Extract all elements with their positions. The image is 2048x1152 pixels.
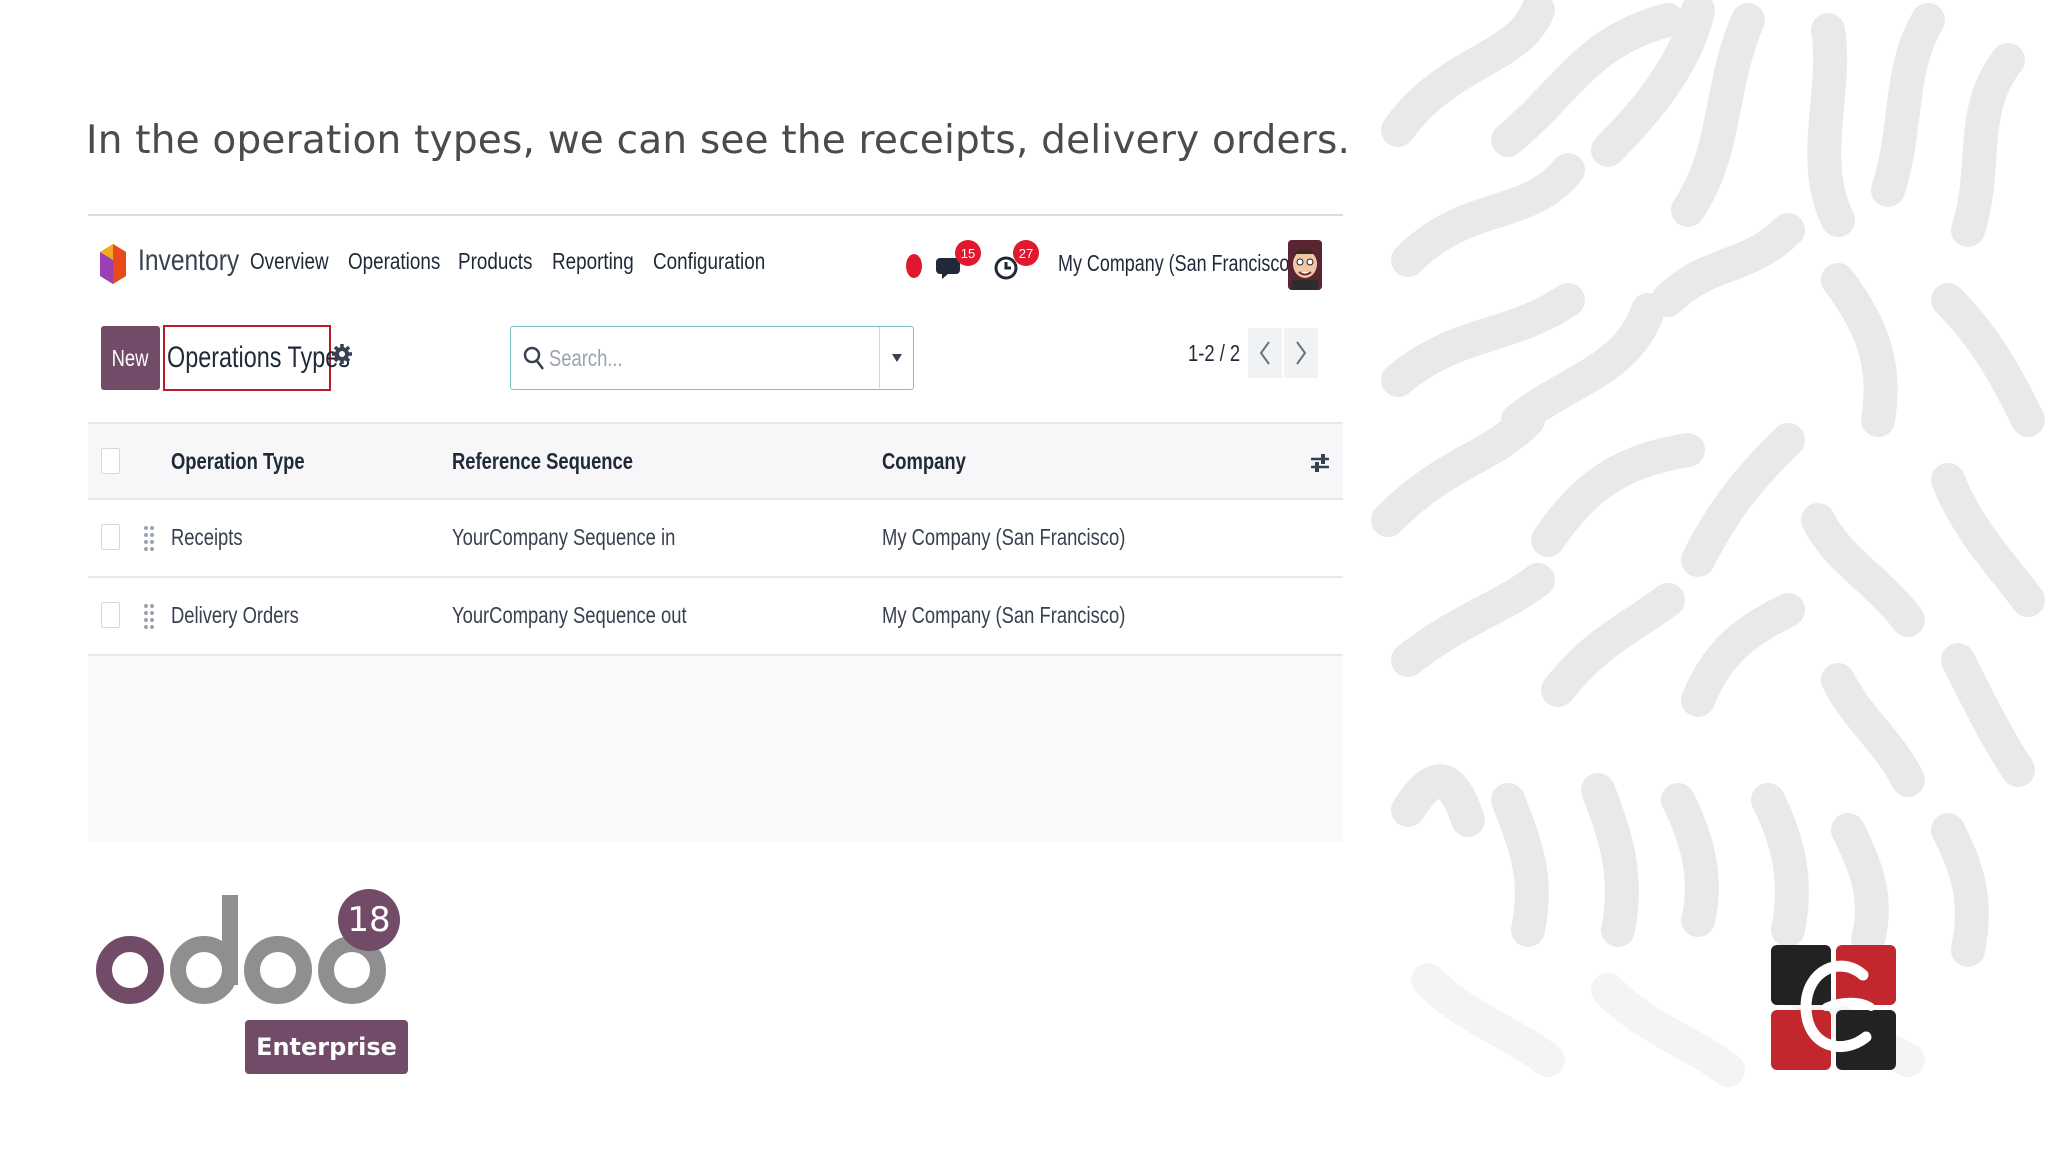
gear-icon[interactable] xyxy=(332,344,352,364)
cell-operation-type: Delivery Orders xyxy=(171,602,299,628)
list-view-table: Operation Type Reference Sequence Compan… xyxy=(88,422,1343,842)
menu-products[interactable]: Products xyxy=(458,248,532,275)
table-row[interactable]: Receipts YourCompany Sequence in My Comp… xyxy=(88,500,1343,578)
breadcrumb-title: Operations Types xyxy=(163,325,350,391)
cell-reference-sequence: YourCompany Sequence in xyxy=(452,524,676,550)
row-checkbox[interactable] xyxy=(101,524,120,550)
menu-operations[interactable]: Operations xyxy=(348,248,440,275)
pager-next-button[interactable] xyxy=(1284,328,1318,378)
cell-company: My Company (San Francisco) xyxy=(882,602,1126,628)
caret-down-icon xyxy=(891,353,902,362)
column-header-company[interactable]: Company xyxy=(882,448,966,475)
row-checkbox[interactable] xyxy=(101,602,120,628)
version-badge: 18 xyxy=(338,889,400,951)
chevron-right-icon xyxy=(1296,341,1307,365)
optional-columns-icon[interactable] xyxy=(1308,448,1332,478)
menu-configuration[interactable]: Configuration xyxy=(653,248,765,275)
menu-reporting[interactable]: Reporting xyxy=(552,248,634,275)
cell-reference-sequence: YourCompany Sequence out xyxy=(452,602,687,628)
decorative-pattern xyxy=(1368,0,2048,1152)
page-title: Operations Types xyxy=(167,341,350,374)
search-bar[interactable] xyxy=(510,326,914,390)
messages-badge: 15 xyxy=(955,240,981,266)
select-all-checkbox[interactable] xyxy=(101,448,120,474)
cell-company: My Company (San Francisco) xyxy=(882,524,1126,550)
user-avatar[interactable] xyxy=(1288,240,1322,290)
drag-handle-icon[interactable] xyxy=(143,602,155,630)
menu-overview[interactable]: Overview xyxy=(250,248,329,275)
search-input[interactable] xyxy=(549,343,797,373)
top-navbar: Inventory Overview Operations Products R… xyxy=(88,216,1343,296)
table-row[interactable]: Delivery Orders YourCompany Sequence out… xyxy=(88,578,1343,656)
odoo-app-window: Inventory Overview Operations Products R… xyxy=(88,214,1343,842)
new-button-label: New xyxy=(112,344,149,371)
status-dot-icon[interactable] xyxy=(906,254,922,278)
search-icon xyxy=(523,346,544,370)
inventory-app-icon[interactable] xyxy=(100,244,126,284)
pager-previous-button[interactable] xyxy=(1248,328,1282,378)
search-options-toggle[interactable] xyxy=(879,327,913,388)
activities-badge: 27 xyxy=(1013,240,1039,266)
slide-caption: In the operation types, we can see the r… xyxy=(86,118,1351,163)
app-name[interactable]: Inventory xyxy=(138,244,239,278)
column-header-operation-type[interactable]: Operation Type xyxy=(171,448,305,475)
new-button[interactable]: New xyxy=(101,326,160,390)
company-logo xyxy=(1771,945,1896,1070)
column-header-reference-sequence[interactable]: Reference Sequence xyxy=(452,448,633,475)
table-header: Operation Type Reference Sequence Compan… xyxy=(88,422,1343,500)
company-switcher[interactable]: My Company (San Francisco) xyxy=(1058,250,1295,277)
pager-value[interactable]: 1-2 / 2 xyxy=(1188,340,1240,367)
drag-handle-icon[interactable] xyxy=(143,524,155,552)
edition-badge: Enterprise xyxy=(245,1020,408,1074)
chevron-left-icon xyxy=(1259,341,1270,365)
cell-operation-type: Receipts xyxy=(171,524,243,550)
